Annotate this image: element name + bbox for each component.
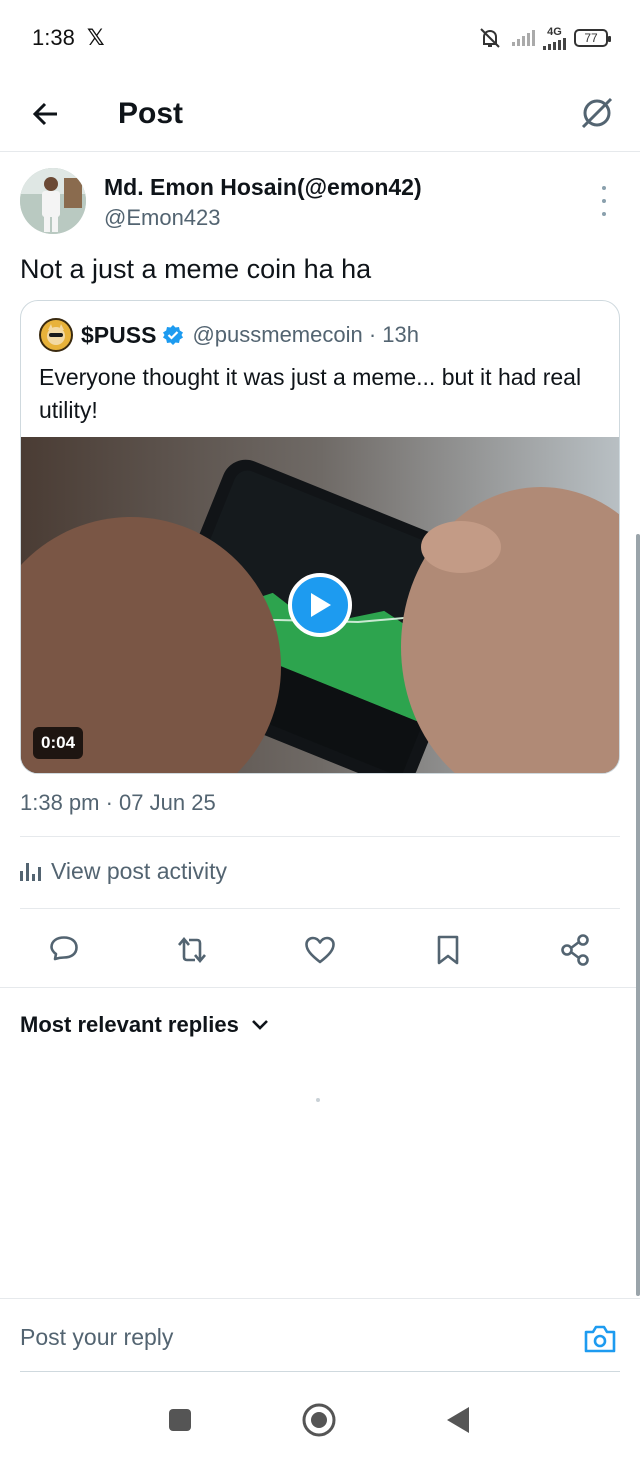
- chevron-down-icon: [251, 1020, 268, 1030]
- reply-input[interactable]: [20, 1317, 560, 1357]
- reply-underline: [20, 1371, 620, 1372]
- video-duration: 0:04: [33, 727, 84, 759]
- author-row: Md. Emon Hosain(@emon42) @Emon423: [20, 168, 620, 234]
- repost-button[interactable]: [172, 930, 212, 970]
- post-timestamp: 1:38 pm · 07 Jun 25: [20, 790, 216, 815]
- verified-badge-icon: [163, 325, 184, 345]
- grok-button[interactable]: [574, 90, 620, 136]
- more-dot-icon: [602, 212, 606, 216]
- square-icon: [169, 1409, 191, 1431]
- status-icons: 4G 77: [476, 25, 611, 50]
- battery-icon: 77: [574, 29, 611, 47]
- share-button[interactable]: [555, 930, 595, 970]
- camera-icon: [584, 1325, 616, 1353]
- network-type: 4G: [547, 25, 562, 38]
- author-handle[interactable]: @Emon423: [104, 205, 422, 231]
- silent-bell-icon: [480, 28, 500, 48]
- scrollbar[interactable]: [636, 534, 640, 1296]
- home-button[interactable]: [297, 1398, 341, 1442]
- network-indicator: 4G: [543, 25, 566, 50]
- quote-avatar: [39, 318, 73, 352]
- quote-handle: @pussmemecoin · 13h: [192, 322, 419, 347]
- author-name[interactable]: Md. Emon Hosain(@emon42): [104, 174, 422, 201]
- camera-button[interactable]: [582, 1321, 618, 1357]
- divider: [20, 908, 620, 909]
- grok-icon: [581, 97, 613, 129]
- more-dot-icon: [602, 186, 606, 190]
- post: Md. Emon Hosain(@emon42) @Emon423 Not a …: [20, 168, 620, 285]
- divider: [0, 987, 640, 988]
- replies-sort-dropdown[interactable]: Most relevant replies: [20, 1012, 269, 1038]
- bookmark-button[interactable]: [428, 930, 468, 970]
- reply-icon: [50, 936, 78, 961]
- more-dot-icon: [602, 199, 606, 203]
- system-nav-bar: [0, 1384, 640, 1458]
- loading-indicator: [316, 1098, 320, 1102]
- replies-sort-label: Most relevant replies: [20, 1012, 239, 1037]
- recents-button[interactable]: [158, 1398, 202, 1442]
- page-title: Post: [118, 96, 184, 130]
- quote-header: $PUSS @pussmemecoin · 13h: [21, 301, 619, 353]
- author-avatar[interactable]: [20, 168, 86, 234]
- quote-text: Everyone thought it was just a meme... b…: [39, 364, 582, 423]
- triangle-back-icon: [447, 1407, 469, 1433]
- video-player[interactable]: 0:04: [21, 437, 619, 773]
- home-circle-icon: [302, 1403, 336, 1437]
- view-post-activity[interactable]: View post activity: [20, 858, 227, 885]
- repost-icon: [178, 936, 206, 964]
- x-logo-icon: 𝕏: [86, 25, 105, 50]
- back-button[interactable]: [0, 76, 92, 152]
- app-header: Post: [0, 76, 640, 152]
- play-icon: [311, 593, 331, 617]
- divider: [20, 836, 620, 837]
- action-bar: [0, 914, 640, 986]
- share-icon: [561, 934, 589, 966]
- like-icon: [305, 936, 335, 964]
- battery-level: 77: [584, 31, 598, 45]
- author-info: Md. Emon Hosain(@emon42) @Emon423: [104, 174, 422, 231]
- reply-button[interactable]: [44, 930, 84, 970]
- avatar-image: [20, 168, 86, 234]
- signal-strength-1-icon: [512, 30, 535, 46]
- reply-composer: [0, 1298, 640, 1372]
- analytics-icon: [20, 862, 41, 881]
- status-time: 1:38: [32, 25, 75, 50]
- arrow-left-icon: [32, 102, 57, 125]
- cat-coin-icon: [47, 324, 65, 345]
- view-activity-label: View post activity: [51, 858, 227, 884]
- quoted-post[interactable]: $PUSS @pussmemecoin · 13h Everyone thoug…: [20, 300, 620, 774]
- bookmark-icon: [437, 935, 459, 965]
- status-bar: 1:38 𝕏 4G 77: [0, 0, 640, 76]
- post-text: Not a just a meme coin ha ha: [20, 254, 372, 284]
- play-button[interactable]: [288, 573, 352, 637]
- more-options-button[interactable]: [594, 186, 614, 216]
- signal-strength-2-icon: [543, 37, 566, 50]
- back-nav-button[interactable]: [436, 1398, 480, 1442]
- quote-name: $PUSS: [81, 321, 157, 348]
- like-button[interactable]: [300, 930, 340, 970]
